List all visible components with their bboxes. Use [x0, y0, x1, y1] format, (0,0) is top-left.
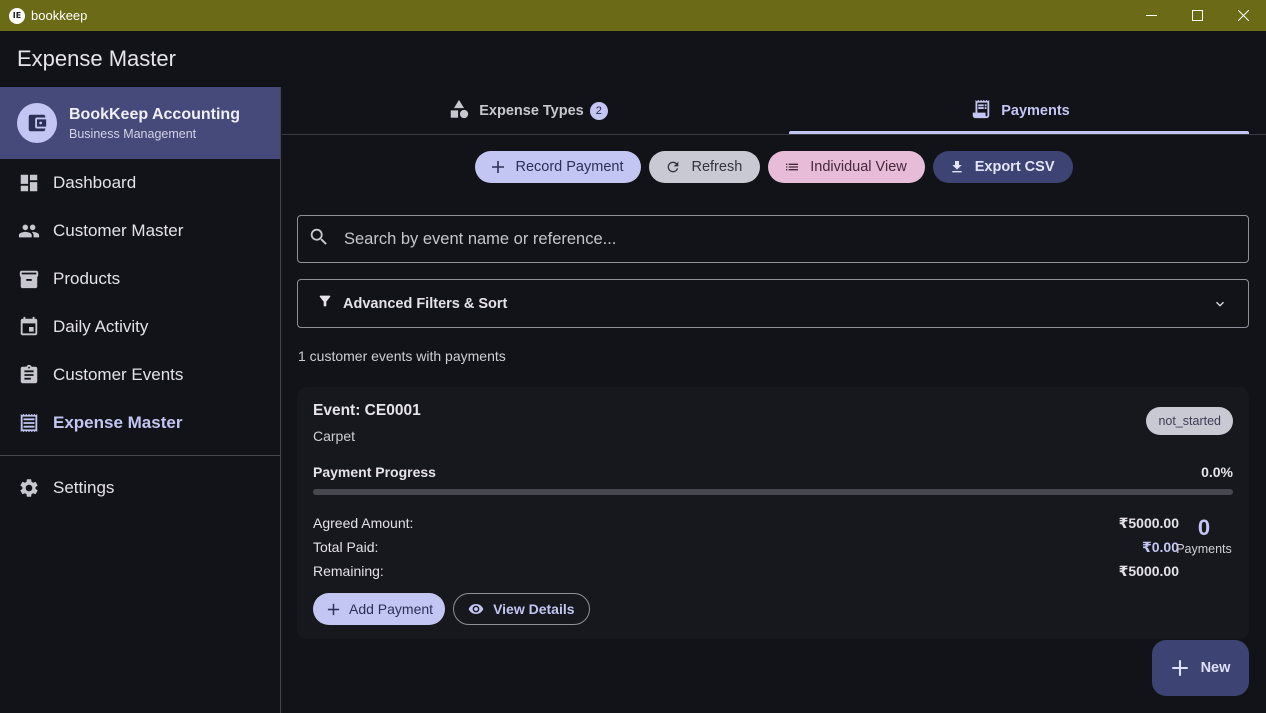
app-bar: Expense Master: [0, 31, 1266, 87]
results-count: 1 customer events with payments: [298, 348, 506, 364]
remaining-label: Remaining:: [313, 563, 384, 579]
page-title: Expense Master: [17, 46, 176, 71]
sidebar-item-expense-master[interactable]: Expense Master: [0, 399, 280, 447]
window-title: bookkeep: [31, 8, 88, 23]
eye-icon: [468, 601, 484, 617]
payments-count: 0 Payments: [1175, 515, 1233, 556]
chevron-down-icon: [1212, 296, 1228, 317]
export-csv-button[interactable]: Export CSV: [932, 151, 1073, 183]
export-csv-label: Export CSV: [974, 159, 1055, 175]
sidebar-divider: [0, 455, 280, 456]
add-payment-button[interactable]: Add Payment: [313, 593, 446, 625]
sidebar-item-label: Daily Activity: [53, 317, 149, 336]
clipboard-icon: [18, 364, 40, 386]
sidebar-item-customer-master[interactable]: Customer Master: [0, 207, 280, 255]
total-paid-row: Total Paid: ₹0.00: [313, 539, 1179, 556]
receipt-icon: [18, 412, 40, 434]
event-title: Event: CE0001: [313, 402, 421, 419]
tab-expense-types[interactable]: Expense Types 2: [282, 87, 774, 135]
new-fab-button[interactable]: New: [1152, 640, 1249, 696]
refresh-icon: [665, 159, 681, 175]
gear-icon: [18, 477, 40, 499]
sidebar-item-label: Dashboard: [53, 173, 137, 192]
sidebar-item-customer-events[interactable]: Customer Events: [0, 351, 280, 399]
sidebar-item-settings[interactable]: Settings: [0, 464, 280, 512]
wallet-icon: [17, 103, 57, 143]
sidebar: BookKeep Accounting Business Management …: [0, 87, 281, 713]
download-icon: [949, 159, 965, 175]
app-logo-icon: IE: [9, 7, 25, 24]
event-payment-card: Event: CE0001 Carpet not_started Payment…: [297, 387, 1249, 639]
agreed-amount-value: ₹5000.00: [1118, 515, 1179, 531]
sidebar-item-label: Customer Events: [53, 365, 184, 384]
sidebar-item-dashboard[interactable]: Dashboard: [0, 159, 280, 207]
dashboard-icon: [18, 172, 40, 194]
search-icon: [308, 226, 330, 253]
individual-view-label: Individual View: [810, 159, 907, 175]
window-titlebar: IE bookkeep: [0, 0, 1266, 31]
refresh-button[interactable]: Refresh: [649, 151, 761, 183]
tab-payments[interactable]: Payments: [774, 87, 1266, 135]
maximize-button[interactable]: [1174, 0, 1220, 31]
sidebar-item-label: Expense Master: [53, 413, 183, 432]
agreed-amount-row: Agreed Amount: ₹5000.00: [313, 515, 1179, 532]
event-subtitle: Carpet: [313, 428, 356, 444]
brand-subtitle: Business Management: [69, 126, 197, 141]
sidebar-item-daily-activity[interactable]: Daily Activity: [0, 303, 280, 351]
search-field[interactable]: [297, 215, 1249, 263]
view-details-button[interactable]: View Details: [453, 593, 590, 625]
payments-count-number: 0: [1197, 515, 1211, 540]
total-paid-value: ₹0.00: [1142, 539, 1179, 555]
new-fab-label: New: [1200, 660, 1231, 676]
brand-header: BookKeep Accounting Business Management: [0, 87, 280, 159]
status-badge: not_started: [1146, 407, 1233, 435]
category-icon: [448, 98, 470, 125]
record-payment-label: Record Payment: [515, 159, 624, 175]
remaining-row: Remaining: ₹5000.00: [313, 563, 1179, 580]
refresh-label: Refresh: [691, 159, 743, 175]
filter-icon: [317, 293, 333, 314]
payment-progress-bar: [313, 489, 1233, 495]
agreed-amount-label: Agreed Amount:: [313, 515, 414, 531]
active-tab-indicator: [789, 131, 1249, 134]
plus-icon: [491, 160, 505, 174]
record-payment-button[interactable]: Record Payment: [475, 151, 642, 183]
plus-icon: [1171, 659, 1189, 677]
brand-name: BookKeep Accounting: [69, 105, 240, 123]
receipt-long-icon: [970, 98, 992, 125]
add-payment-label: Add Payment: [349, 601, 434, 617]
view-details-label: View Details: [493, 601, 575, 617]
total-paid-label: Total Paid:: [313, 539, 379, 555]
sidebar-item-products[interactable]: Products: [0, 255, 280, 303]
tab-label: Payments: [1001, 103, 1070, 119]
minimize-icon: [1145, 15, 1157, 16]
calendar-icon: [18, 316, 40, 338]
maximize-icon: [1191, 10, 1203, 21]
archive-icon: [18, 268, 40, 290]
minimize-button[interactable]: [1128, 0, 1174, 31]
list-icon: [784, 159, 800, 175]
individual-view-button[interactable]: Individual View: [768, 151, 925, 183]
close-button[interactable]: [1220, 0, 1266, 31]
payment-progress-label: Payment Progress: [313, 464, 436, 480]
advanced-filters-toggle[interactable]: Advanced Filters & Sort: [297, 279, 1249, 328]
action-toolbar: Record Payment Refresh Individual View E…: [282, 151, 1266, 183]
count-badge: 2: [589, 102, 608, 120]
tab-label: Expense Types: [479, 103, 584, 119]
sidebar-item-label: Customer Master: [53, 221, 184, 240]
sidebar-item-label: Settings: [53, 478, 115, 497]
search-input[interactable]: [344, 229, 1194, 249]
tab-bar: Expense Types 2 Payments: [282, 87, 1266, 135]
main-content: Expense Types 2 Payments Record Payment …: [282, 87, 1266, 713]
advanced-filters-label: Advanced Filters & Sort: [343, 295, 508, 312]
plus-icon: [327, 603, 340, 616]
payments-count-label: Payments: [1176, 542, 1232, 556]
people-icon: [18, 220, 40, 242]
payment-progress-value: 0.0%: [1201, 464, 1233, 480]
close-icon: [1237, 10, 1249, 21]
sidebar-item-label: Products: [53, 269, 121, 288]
remaining-value: ₹5000.00: [1118, 563, 1179, 579]
